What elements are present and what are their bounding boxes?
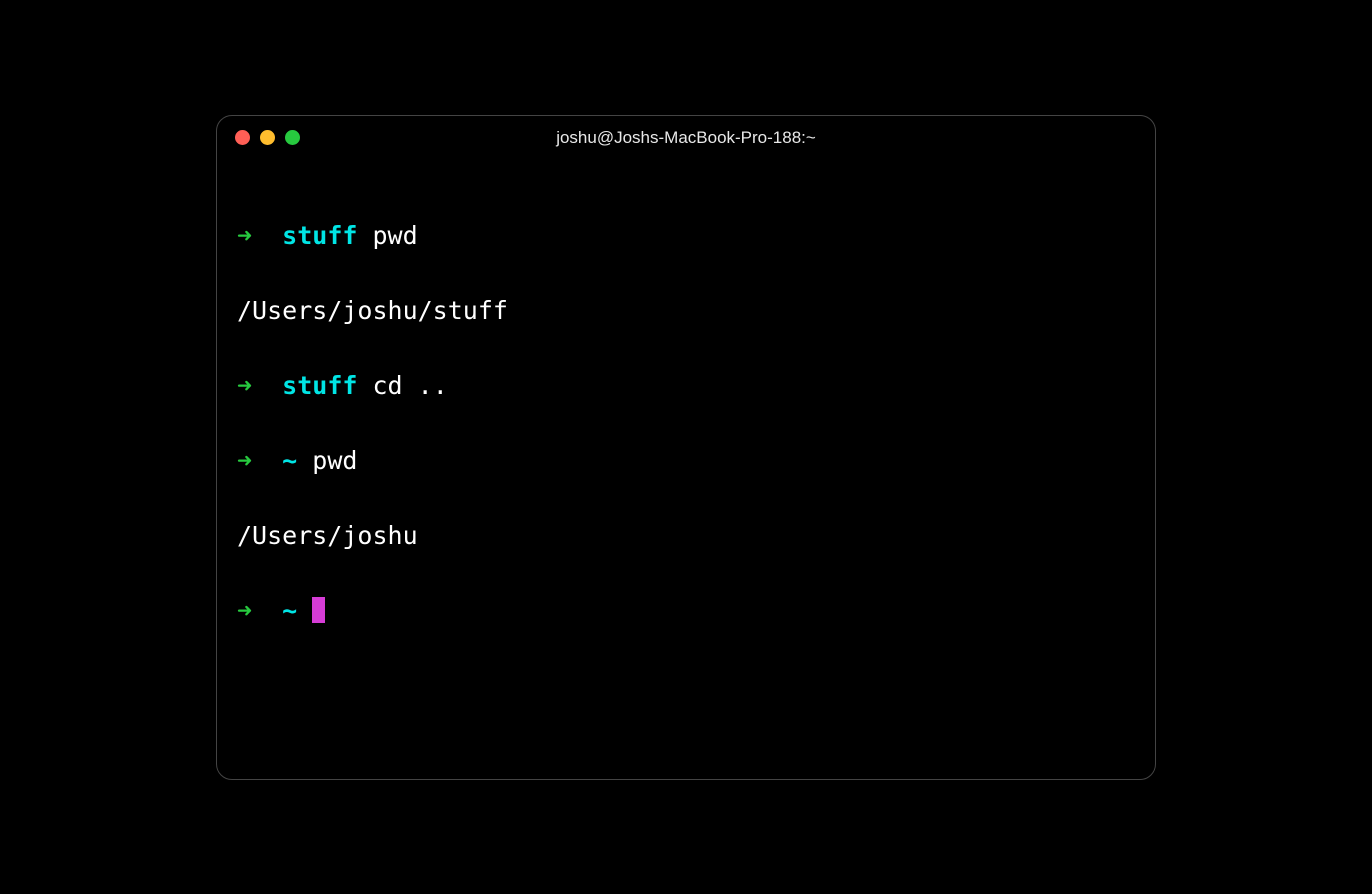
output-line: /Users/joshu/stuff: [237, 292, 1135, 330]
prompt-line: ➜ stuff pwd: [237, 217, 1135, 255]
command-text: cd ..: [373, 371, 448, 400]
prompt-dir: ~: [282, 446, 297, 475]
prompt-dir: stuff: [282, 371, 357, 400]
maximize-icon[interactable]: [285, 130, 300, 145]
traffic-lights: [235, 130, 300, 145]
prompt-dir: stuff: [282, 221, 357, 250]
command-text: pwd: [312, 446, 357, 475]
window-title: joshu@Joshs-MacBook-Pro-188:~: [217, 128, 1155, 148]
prompt-arrow-icon: ➜: [237, 446, 252, 475]
prompt-line: ➜ ~ pwd: [237, 442, 1135, 480]
terminal-window: joshu@Joshs-MacBook-Pro-188:~ ➜ stuff pw…: [216, 115, 1156, 780]
close-icon[interactable]: [235, 130, 250, 145]
prompt-line: ➜ stuff cd ..: [237, 367, 1135, 405]
prompt-arrow-icon: ➜: [237, 371, 252, 400]
minimize-icon[interactable]: [260, 130, 275, 145]
command-text: pwd: [373, 221, 418, 250]
prompt-arrow-icon: ➜: [237, 596, 252, 625]
prompt-dir: ~: [282, 596, 297, 625]
terminal-body[interactable]: ➜ stuff pwd /Users/joshu/stuff ➜ stuff c…: [217, 160, 1155, 779]
cursor-icon: [312, 597, 325, 623]
prompt-arrow-icon: ➜: [237, 221, 252, 250]
output-line: /Users/joshu: [237, 517, 1135, 555]
titlebar: joshu@Joshs-MacBook-Pro-188:~: [217, 116, 1155, 160]
prompt-line: ➜ ~: [237, 592, 1135, 630]
